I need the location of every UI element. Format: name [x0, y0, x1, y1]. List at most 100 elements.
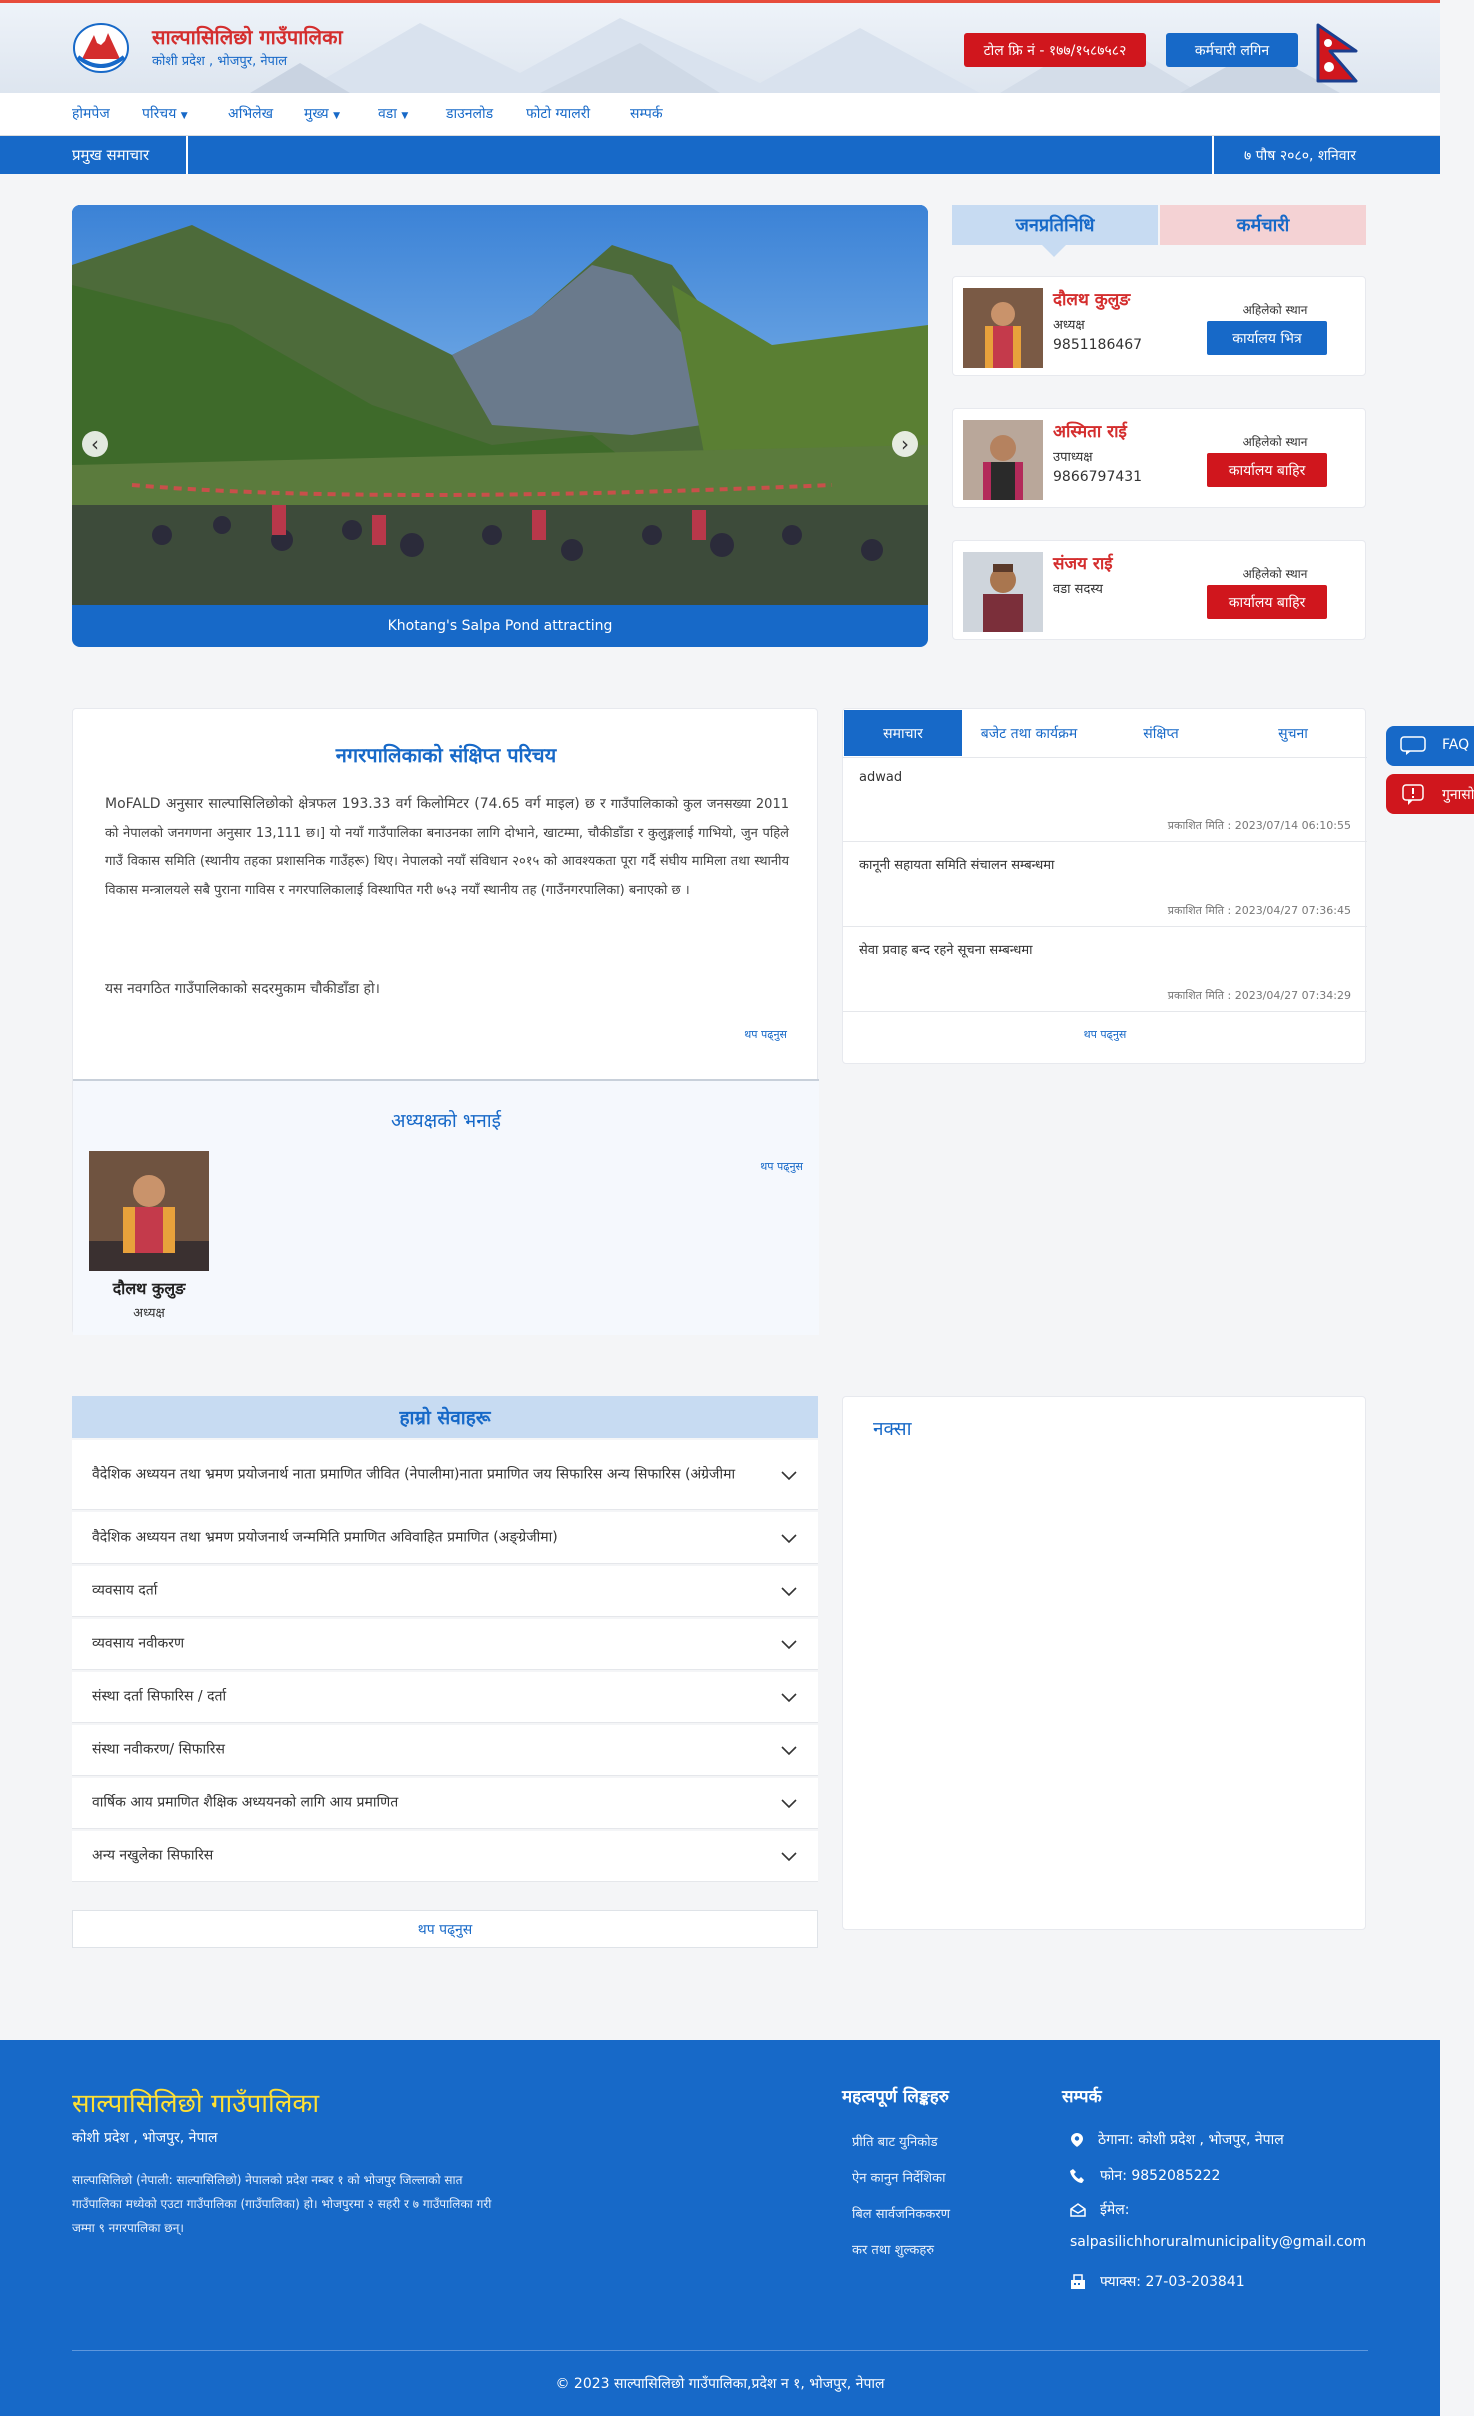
tab-staff[interactable]: कर्मचारी — [1160, 205, 1366, 245]
services-read-more-button[interactable]: थप पढ्नुस — [72, 1910, 818, 1948]
representative-phone: 9851186467 — [1053, 337, 1143, 353]
service-accordion-item[interactable]: वैदेशिक अध्ययन तथा भ्रमण प्रयोजनार्थ जन्… — [72, 1512, 818, 1564]
slide-photo-salpa-pond — [72, 205, 928, 605]
active-tab-indicator — [1042, 245, 1066, 257]
status-badge: कार्यालय भित्र — [1207, 321, 1327, 355]
representative-photo — [963, 420, 1043, 500]
news-item[interactable]: adwad प्रकाशित मिति : 2023/07/14 06:10:5… — [843, 758, 1367, 842]
nav-download[interactable]: डाउनलोड — [446, 104, 493, 123]
nav-introduction[interactable]: परिचय ▼ — [142, 104, 188, 123]
about-body-secondary: यस नवगठित गाउँपालिकाको सदरमुकाम चौकीडाँड… — [105, 981, 380, 997]
chevron-right-icon: › — [901, 432, 909, 456]
service-accordion-item[interactable]: व्यवसाय दर्ता — [72, 1566, 818, 1617]
slide-caption: Khotang's Salpa Pond attracting — [387, 618, 613, 634]
about-body-text: गाउँपालिकाको कुल जनसख्या 2011 को नेपालको… — [105, 797, 789, 898]
faq-label: FAQ — [1442, 737, 1470, 753]
footer-subtitle: कोशी प्रदेश , भोजपुर, नेपाल — [72, 2130, 218, 2146]
footer-link[interactable]: बिल सार्वजनिककरण — [852, 2204, 950, 2222]
service-accordion-item[interactable]: वैदेशिक अध्ययन तथा भ्रमण प्रयोजनार्थ नात… — [72, 1440, 818, 1510]
footer-email-label: ईमेल: — [1070, 2200, 1129, 2219]
footer-email[interactable]: salpasilichhoruralmunicipality@gmail.com — [1070, 2234, 1366, 2250]
representative-card[interactable]: अस्मिता राई उपाध्यक्ष 9866797431 अहिलेको… — [952, 408, 1366, 508]
toll-free-badge: टोल फ्रि नं - १७७/१५८७५८२ — [964, 33, 1146, 67]
chair-photo — [89, 1151, 209, 1271]
representative-name[interactable]: संजय राई — [1053, 551, 1113, 574]
representative-name[interactable]: दौलथ कुलुङ — [1053, 287, 1130, 310]
nepal-emblem-logo[interactable] — [72, 21, 130, 75]
representative-card[interactable]: संजय राई वडा सदस्य अहिलेको स्थान कार्याल… — [952, 540, 1366, 640]
about-body-lead: MoFALD अनुसार साल्पासिलिछोको क्षेत्रफल 1… — [105, 796, 606, 812]
faq-button[interactable]: FAQ — [1386, 726, 1474, 766]
representative-role: उपाध्यक्ष — [1053, 450, 1093, 465]
footer-links-title: महत्वपूर्ण लिङ्कहरु — [842, 2087, 949, 2107]
service-label: संस्था नवीकरण/ सिफारिस — [92, 1741, 225, 1758]
tab-news[interactable]: समाचार — [844, 710, 962, 756]
news-item-title[interactable]: adwad — [859, 770, 902, 785]
chevron-down-icon — [781, 1470, 797, 1480]
nav-ward[interactable]: वडा ▼ — [378, 104, 408, 123]
service-accordion-item[interactable]: वार्षिक आय प्रमाणित शैक्षिक अध्ययनको लाग… — [72, 1778, 818, 1829]
representative-card[interactable]: दौलथ कुलुङ अध्यक्ष 9851186467 अहिलेको स्… — [952, 276, 1366, 376]
footer-link[interactable]: ऐन कानुन निर्देशिका — [852, 2168, 946, 2186]
nav-home[interactable]: होमपेज — [72, 104, 110, 123]
news-item[interactable]: सेवा प्रवाह बन्द रहने सूचना सम्बन्धमा प्… — [843, 928, 1367, 1012]
service-label: संस्था दर्ता सिफारिस / दर्ता — [92, 1688, 227, 1705]
chevron-down-icon: ▼ — [180, 111, 188, 121]
staff-login-button[interactable]: कर्मचारी लगिन — [1166, 33, 1298, 67]
site-header: साल्पासिलिछो गाउँपालिका कोशी प्रदेश , भो… — [0, 3, 1440, 93]
nav-main[interactable]: मुख्य ▼ — [304, 104, 340, 123]
location-label: अहिलेको स्थान — [1242, 435, 1308, 449]
representative-role: वडा सदस्य — [1053, 582, 1103, 597]
tab-notice[interactable]: सुचना — [1223, 710, 1363, 756]
representative-name[interactable]: अस्मिता राई — [1053, 419, 1127, 442]
location-pin-icon — [1071, 2132, 1083, 2147]
tab-representatives[interactable]: जनप्रतिनिधि — [952, 205, 1158, 245]
fax-icon — [1071, 2273, 1085, 2289]
news-item-date: प्रकाशित मिति : 2023/04/27 07:34:29 — [1167, 989, 1351, 1002]
news-item-date: प्रकाशित मिति : 2023/07/14 06:10:55 — [1167, 819, 1351, 832]
news-item-title[interactable]: कानूनी सहायता समिति संचालन सम्बन्धमा — [859, 855, 1054, 873]
site-subtitle: कोशी प्रदेश , भोजपुर, नेपाल — [152, 54, 288, 69]
news-item-title[interactable]: सेवा प्रवाह बन्द रहने सूचना सम्बन्धमा — [859, 940, 1033, 958]
footer-description: साल्पासिलिछो (नेपाली: साल्पासिलिछो) नेपा… — [72, 2173, 492, 2235]
service-accordion-item[interactable]: संस्था नवीकरण/ सिफारिस — [72, 1725, 818, 1776]
footer-link[interactable]: कर तथा शुल्कहरु — [852, 2240, 934, 2258]
envelope-open-icon — [1070, 2202, 1086, 2217]
site-title[interactable]: साल्पासिलिछो गाउँपालिका — [152, 23, 343, 50]
news-item[interactable]: कानूनी सहायता समिति संचालन सम्बन्धमा प्र… — [843, 843, 1367, 927]
slider-prev-button[interactable]: ‹ — [82, 431, 108, 457]
headline-news-bar: प्रमुख समाचार ७ पौष २०८०, शनिवार — [0, 136, 1440, 174]
nav-contact[interactable]: सम्पर्क — [630, 104, 663, 123]
service-label: वार्षिक आय प्रमाणित शैक्षिक अध्ययनको लाग… — [92, 1794, 399, 1811]
service-label: वैदेशिक अध्ययन तथा भ्रमण प्रयोजनार्थ नात… — [92, 1466, 736, 1483]
service-label: व्यवसाय नवीकरण — [92, 1635, 185, 1652]
nav-archive[interactable]: अभिलेख — [228, 104, 273, 123]
slider-next-button[interactable]: › — [892, 431, 918, 457]
chevron-down-icon — [781, 1640, 797, 1650]
tab-budget-program[interactable]: बजेट तथा कार्यक्रम — [963, 710, 1095, 756]
service-accordion-item[interactable]: व्यवसाय नवीकरण — [72, 1619, 818, 1670]
complaint-button[interactable]: गुनासो — [1386, 774, 1474, 814]
divider — [1212, 136, 1214, 174]
service-label: अन्य नखुलेका सिफारिस — [92, 1847, 214, 1864]
status-badge: कार्यालय बाहिर — [1207, 585, 1327, 619]
chevron-down-icon — [781, 1693, 797, 1703]
footer-link[interactable]: प्रीति बाट युनिकोड — [852, 2132, 938, 2150]
image-slider[interactable]: ‹ › Khotang's Salpa Pond attracting — [72, 205, 928, 647]
about-section: नगरपालिकाको संक्षिप्त परिचय MoFALD अनुसा… — [72, 708, 819, 1335]
service-accordion-item[interactable]: अन्य नखुलेका सिफारिस — [72, 1831, 818, 1882]
map-title: नक्सा — [873, 1418, 912, 1440]
about-read-more-link[interactable]: थप पढ्नुस — [744, 1027, 787, 1042]
footer-title: साल्पासिलिछो गाउँपालिका — [72, 2089, 320, 2119]
chair-read-more-link[interactable]: थप पढ्नुस — [760, 1159, 803, 1174]
service-label: व्यवसाय दर्ता — [92, 1582, 158, 1599]
about-title: नगरपालिकाको संक्षिप्त परिचय — [335, 743, 557, 767]
news-read-more-link[interactable]: थप पढ्नुस — [843, 1027, 1367, 1042]
tab-summary[interactable]: संक्षिप्त — [1099, 710, 1223, 756]
nav-photo-gallery[interactable]: फोटो ग्यालरी — [526, 104, 590, 123]
service-accordion-item[interactable]: संस्था दर्ता सिफारिस / दर्ता — [72, 1672, 818, 1723]
map-section[interactable]: नक्सा — [842, 1396, 1366, 1930]
nepal-flag-icon — [1316, 23, 1358, 83]
main-navigation: होमपेज परिचय ▼ अभिलेख मुख्य ▼ वडा ▼ डाउन… — [0, 93, 1440, 136]
about-body: MoFALD अनुसार साल्पासिलिछोको क्षेत्रफल 1… — [105, 789, 789, 906]
